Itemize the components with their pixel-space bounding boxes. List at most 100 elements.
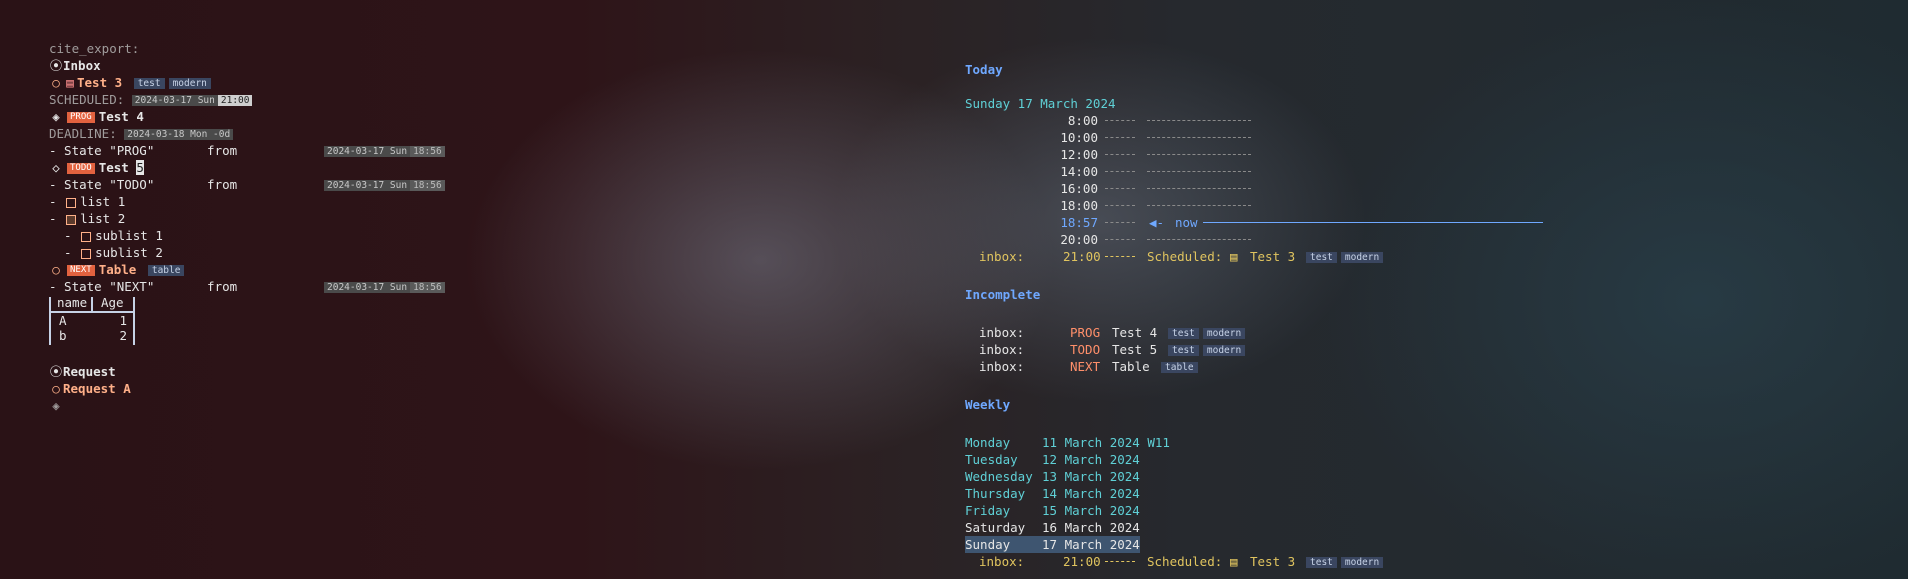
diamond-bullet-icon: ◈ (52, 109, 60, 124)
entry-keyword: TODO (1070, 342, 1101, 357)
week-date: 13 March 2024 (1042, 469, 1140, 484)
heading-title: Test 4 (98, 109, 144, 124)
grid-time: 12:00 (1060, 147, 1098, 162)
deadline-date: 2024-03-18 Mon -0d (124, 129, 234, 140)
org-table[interactable]: name Age A 1 b 2 (49, 295, 252, 346)
grid-time: 20:00 (1060, 232, 1098, 247)
agenda-buffer[interactable]: Today Sunday 17 March 2024 8:00 10:00 12… (965, 61, 1543, 570)
list-prefix: - (49, 228, 80, 243)
week-date: 11 March 2024 W11 (1042, 435, 1170, 450)
checked-checkbox-icon[interactable] (66, 214, 77, 225)
list-item[interactable]: - list 2 (49, 210, 252, 227)
entry-category: inbox: (979, 249, 1025, 264)
scheduled-line[interactable]: SCHEDULED: 2024-03-17 Sun 21:00 (49, 91, 253, 108)
empty-heading[interactable]: ◈ (49, 397, 252, 414)
list-item[interactable]: - sublist 2 (49, 244, 252, 261)
state-time: 18:56 (410, 282, 445, 293)
table-cell: b (59, 328, 67, 343)
scheduled-date: 2024-03-17 Sun (131, 95, 218, 106)
entry-keyword: NEXT (1070, 359, 1101, 374)
agenda-entry-scheduled[interactable]: inbox: 21:00 Scheduled: ▤ Test 3 test modern (965, 248, 1384, 265)
tag: table (1161, 362, 1198, 373)
grid-time: 14:00 (1060, 164, 1098, 179)
entry-keyword: PROG (1070, 325, 1101, 340)
todo-keyword: PROG (67, 112, 95, 123)
agenda-entry[interactable]: inbox: PROG Test 4 test modern (965, 324, 1246, 341)
week-day-row[interactable]: Friday 15 March 2024 (965, 502, 1170, 519)
checkbox-icon[interactable] (81, 231, 92, 242)
deadline-line[interactable]: DEADLINE: 2024-03-18 Mon -0d (49, 125, 252, 142)
week-day-row[interactable]: Monday 11 March 2024 W11 (965, 434, 1170, 451)
agenda-entry-scheduled[interactable]: inbox: 21:00 Scheduled: ▤ Test 3 test modern (965, 553, 1384, 570)
list-item[interactable]: - sublist 1 (49, 227, 252, 244)
checkbox-icon[interactable] (81, 248, 92, 259)
table-divider (91, 297, 93, 311)
agenda-entry[interactable]: inbox: NEXT Table table (965, 358, 1198, 375)
state-text: - State "NEXT" from (49, 279, 238, 294)
time-grid-row: 18:00 (965, 197, 1251, 214)
entry-title: Table (1112, 359, 1150, 374)
week-day-row-current[interactable]: Sunday 17 March 2024 (965, 536, 1170, 553)
checkbox-icon[interactable] (66, 197, 77, 208)
heading-table[interactable]: ○ NEXT Table table (49, 261, 252, 278)
circle-bullet-icon: ○ (52, 262, 60, 277)
week-date: 14 March 2024 (1042, 486, 1140, 501)
heading-test3[interactable]: ○ ▤ Test 3 test modern (49, 74, 252, 91)
tag: modern (1202, 345, 1246, 356)
heading-request-a[interactable]: ○ Request A (49, 380, 252, 397)
heading-request[interactable]: ⦿Request (49, 363, 252, 380)
state-text: - State "PROG" from (49, 143, 238, 158)
heading-title: Request (63, 364, 116, 379)
agenda-entry[interactable]: inbox: TODO Test 5 test modern (965, 341, 1246, 358)
bullet-icon: ⦿ (49, 364, 63, 379)
week-day-row[interactable]: Wednesday 13 March 2024 (965, 468, 1170, 485)
scheduled-label: SCHEDULED: (49, 92, 125, 107)
arrow-left-icon: ◀- (1149, 215, 1165, 230)
tag: table (147, 265, 185, 276)
grid-time: 10:00 (1060, 130, 1098, 145)
heading-title: Inbox (63, 58, 101, 73)
list-prefix: - (49, 211, 65, 226)
tag: test (1306, 252, 1337, 263)
tag: test (1168, 328, 1199, 339)
note-icon: ▤ (66, 75, 74, 90)
entry-title: Test 3 (1250, 249, 1296, 264)
state-date: 2024-03-17 Sun (324, 282, 411, 293)
week-day-row[interactable]: Tuesday 12 March 2024 (965, 451, 1170, 468)
heading-title: Request A (63, 381, 131, 396)
week-day-row[interactable]: Saturday 16 March 2024 (965, 519, 1170, 536)
org-buffer[interactable]: cite_export: ⦿Inbox ○ ▤ Test 3 test modern … (49, 40, 445, 414)
week-day-row[interactable]: Thursday 14 March 2024 (965, 485, 1170, 502)
heading-inbox[interactable]: ⦿Inbox (49, 57, 252, 74)
entry-category: inbox: (979, 325, 1025, 340)
now-label: now (1175, 215, 1198, 230)
table-border: name Age A 1 b 2 (49, 295, 135, 345)
tag: test (1306, 557, 1337, 568)
state-date: 2024-03-17 Sun (324, 146, 411, 157)
tag: test (1168, 345, 1199, 356)
entry-title: Test 3 (1250, 554, 1296, 569)
time-grid-row: 20:00 (965, 231, 1251, 248)
todo-keyword: TODO (67, 163, 95, 174)
scheduled-time: 21:00 (217, 95, 253, 106)
note-icon: ▤ (1230, 554, 1238, 569)
week-day: Monday (965, 435, 1011, 450)
time-grid-row: 14:00 (965, 163, 1251, 180)
tag: modern (168, 78, 211, 89)
week-day: Sunday (965, 537, 1011, 552)
entry-time: 21:00 (1063, 249, 1101, 264)
heading-title: Table (98, 262, 137, 277)
list-item[interactable]: - list 1 (49, 193, 252, 210)
state-time: 18:56 (410, 146, 445, 157)
entry-category: inbox: (979, 359, 1025, 374)
grid-time: 16:00 (1060, 181, 1098, 196)
heading-test4[interactable]: ◈ PROG Test 4 (49, 108, 252, 125)
now-time: 18:57 (1060, 215, 1098, 230)
entry-label: Scheduled: (1147, 554, 1223, 569)
diamond-bullet-icon: ◈ (52, 398, 60, 413)
table-header: name (57, 295, 88, 310)
state-text: - State "TODO" from (49, 177, 238, 192)
heading-test5[interactable]: ◇ TODO Test 5 (49, 159, 252, 176)
